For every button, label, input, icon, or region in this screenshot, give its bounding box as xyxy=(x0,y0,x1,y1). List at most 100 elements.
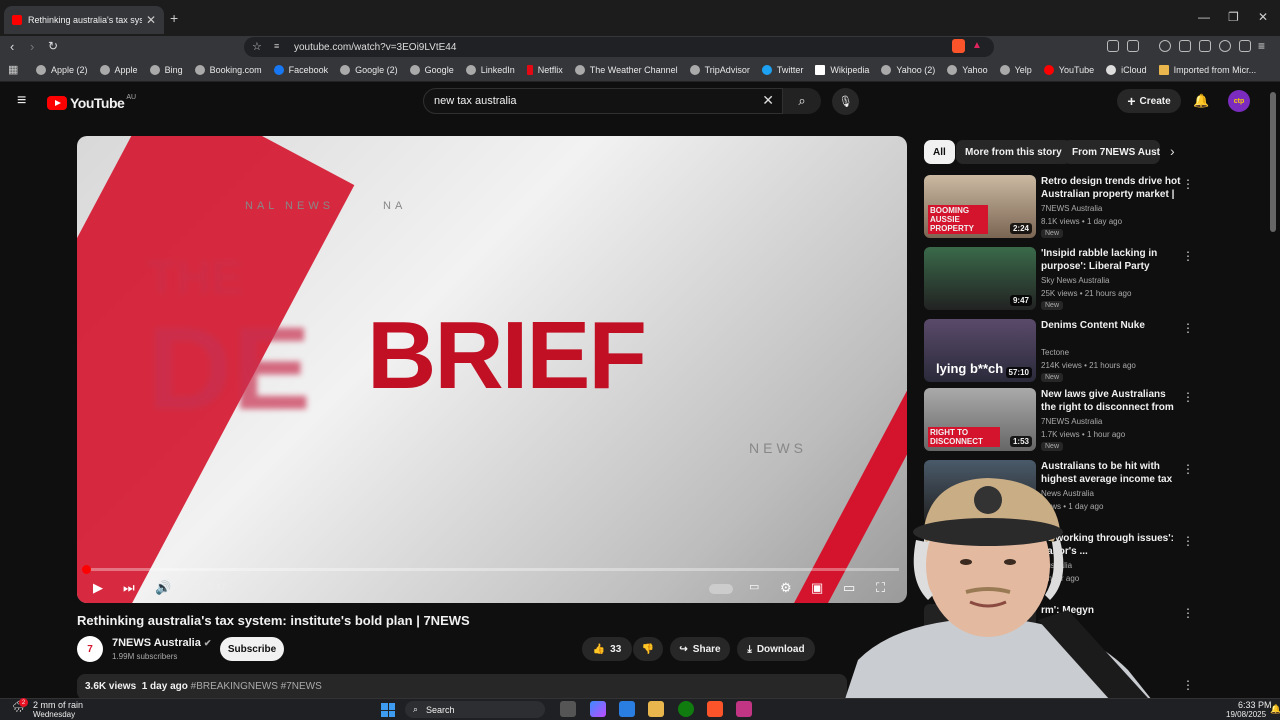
minimize-button[interactable]: — xyxy=(1198,10,1210,24)
taskbar-search[interactable]: ⌕ Search xyxy=(405,701,545,718)
vpn-icon[interactable] xyxy=(1239,40,1251,52)
miniplayer-icon[interactable]: ▣ xyxy=(811,580,823,596)
bookmark-item[interactable]: Twitter xyxy=(761,64,803,75)
task-view-icon[interactable] xyxy=(560,701,576,717)
bookmark-item[interactable]: iCloud xyxy=(1106,64,1147,75)
subscribe-button[interactable]: Subscribe xyxy=(220,637,284,661)
description-box[interactable]: 3.6K views 1 day ago #BREAKINGNEWS #7NEW… xyxy=(77,674,847,700)
reload-icon[interactable]: ↻ xyxy=(48,39,58,53)
hamburger-menu-icon[interactable]: ≡ xyxy=(17,92,26,110)
download-button[interactable]: ⤓ Download xyxy=(737,637,815,661)
more-options-icon[interactable]: ⋮ xyxy=(1182,678,1194,692)
bookmark-folder[interactable]: Imported from Micr... xyxy=(1158,64,1256,75)
windows-start-icon[interactable] xyxy=(381,703,395,717)
new-tab-button[interactable]: + xyxy=(170,10,178,26)
create-button[interactable]: + Create xyxy=(1117,89,1181,113)
video-thumbnail[interactable]: RIGHT TO DISCONNECT 1:53 xyxy=(924,388,1036,451)
leo-icon[interactable] xyxy=(1219,40,1231,52)
store-icon[interactable] xyxy=(619,701,635,717)
bookmark-item[interactable]: Yahoo (2) xyxy=(881,64,935,75)
play-icon[interactable]: ▶ xyxy=(93,580,103,596)
chip-more-from-story[interactable]: More from this story xyxy=(956,140,1071,164)
bookmark-item[interactable]: Booking.com xyxy=(194,64,262,75)
captions-icon[interactable]: ▭ xyxy=(749,580,759,593)
sidebar-icon[interactable] xyxy=(1179,40,1191,52)
bookmark-item[interactable]: Google xyxy=(409,64,454,75)
clock-time[interactable]: 6:33 PM xyxy=(1238,700,1272,710)
recommendation-item[interactable]: 9:47 'Insipid rabble lacking in purpose'… xyxy=(924,247,1194,311)
media-icon[interactable] xyxy=(1159,40,1171,52)
site-info-icon[interactable]: ≡ xyxy=(274,41,279,51)
more-options-icon[interactable]: ⋮ xyxy=(1182,249,1194,263)
tab-close-icon[interactable]: ✕ xyxy=(146,13,156,27)
video-thumbnail[interactable]: 9:47 xyxy=(924,247,1036,310)
video-thumbnail[interactable]: lying b**ch 57:10 xyxy=(924,319,1036,382)
recommendation-item[interactable]: RIGHT TO DISCONNECT 1:53 New laws give A… xyxy=(924,388,1194,452)
browser-tab[interactable]: Rethinking australia's tax system ✕ xyxy=(4,6,164,34)
like-button[interactable]: 👍 33 xyxy=(582,637,632,661)
bookmark-item[interactable]: Google (2) xyxy=(340,64,398,75)
bookmark-item[interactable]: Apple (2) xyxy=(36,64,88,75)
bookmark-item[interactable]: Facebook xyxy=(273,64,328,75)
next-icon[interactable]: ⏭ xyxy=(123,580,135,596)
reader-icon[interactable] xyxy=(1127,40,1139,52)
notification-bell-icon[interactable]: 🔔 xyxy=(1270,704,1280,715)
bookmark-item[interactable]: The Weather Channel xyxy=(574,64,678,75)
brave-shield-icon[interactable] xyxy=(952,39,965,53)
bookmark-item[interactable]: LinkedIn xyxy=(465,64,515,75)
notifications-bell-icon[interactable]: 🔔 xyxy=(1193,93,1209,109)
more-options-icon[interactable]: ⋮ xyxy=(1182,606,1194,620)
bookmark-item[interactable]: YouTube xyxy=(1043,64,1094,75)
search-button[interactable]: ⌕ xyxy=(783,88,821,114)
more-options-icon[interactable]: ⋮ xyxy=(1182,321,1194,335)
page-scrollbar[interactable] xyxy=(1270,92,1276,232)
volume-icon[interactable]: 🔊 xyxy=(155,580,171,596)
more-options-icon[interactable]: ⋮ xyxy=(1182,462,1194,476)
channel-avatar[interactable]: 7 xyxy=(77,636,103,662)
close-window-button[interactable]: ✕ xyxy=(1258,10,1268,24)
bookmark-icon[interactable]: ☆ xyxy=(252,40,262,53)
copilot-icon[interactable] xyxy=(590,701,606,717)
bookmark-item[interactable]: Yahoo xyxy=(947,64,988,75)
back-icon[interactable]: ‹ xyxy=(10,39,14,54)
more-options-icon[interactable]: ⋮ xyxy=(1182,390,1194,404)
brave-rewards-icon[interactable]: ▲ xyxy=(972,40,982,51)
wallet-icon[interactable] xyxy=(1199,40,1211,52)
more-options-icon[interactable]: ⋮ xyxy=(1182,177,1194,191)
extensions-icon[interactable] xyxy=(1107,40,1119,52)
forward-icon[interactable]: › xyxy=(30,39,34,54)
bookmark-item[interactable]: TripAdvisor xyxy=(689,64,750,75)
channel-name[interactable]: 7NEWS Australia ✔ xyxy=(112,637,211,649)
bookmark-item[interactable]: Bing xyxy=(149,64,183,75)
bookmark-item[interactable]: Yelp xyxy=(999,64,1032,75)
scrubber-handle[interactable] xyxy=(82,565,91,574)
bookmark-item[interactable]: Netflix xyxy=(526,64,563,75)
chip-all[interactable]: All xyxy=(924,140,955,164)
instagram-icon[interactable] xyxy=(736,701,752,717)
video-player[interactable]: NAL NEWS NA NEWS THE DE BRIEF ▶ ⏭ 🔊 0:00… xyxy=(77,136,907,603)
xbox-icon[interactable] xyxy=(678,701,694,717)
bookmark-item[interactable]: Wikipedia xyxy=(815,64,869,75)
voice-search-button[interactable]: 🎙 xyxy=(832,88,859,115)
autoplay-toggle[interactable] xyxy=(709,584,733,594)
dislike-button[interactable]: 👎 xyxy=(633,637,663,661)
video-progress-bar[interactable] xyxy=(82,565,899,574)
more-options-icon[interactable]: ⋮ xyxy=(1182,534,1194,548)
bookmark-item[interactable]: Apple xyxy=(99,64,138,75)
menu-icon[interactable]: ≡ xyxy=(1258,39,1265,53)
video-thumbnail[interactable]: BOOMING AUSSIE PROPERTY 2:24 xyxy=(924,175,1036,238)
recommendation-item[interactable]: BOOMING AUSSIE PROPERTY 2:24 Retro desig… xyxy=(924,175,1194,239)
share-button[interactable]: ↪ Share xyxy=(670,637,730,661)
search-input[interactable]: new tax australia ✕ xyxy=(423,88,783,114)
clear-search-icon[interactable]: ✕ xyxy=(762,92,774,109)
brave-icon[interactable] xyxy=(707,701,723,717)
apps-grid-icon[interactable]: ▦ xyxy=(8,63,18,76)
file-explorer-icon[interactable] xyxy=(648,701,664,717)
maximize-button[interactable]: ❐ xyxy=(1228,10,1239,24)
chevron-right-icon[interactable]: › xyxy=(1170,143,1175,159)
weather-text[interactable]: 2 mm of rain xyxy=(33,700,83,710)
account-avatar[interactable]: ctp xyxy=(1228,90,1250,112)
youtube-logo[interactable]: YouTube AU xyxy=(47,94,136,111)
url-bar[interactable]: ☆ ≡ youtube.com/watch?v=3EOi9LVtE44 ▲ xyxy=(244,37,994,57)
chip-from-channel[interactable]: From 7NEWS Austra xyxy=(1063,140,1160,164)
